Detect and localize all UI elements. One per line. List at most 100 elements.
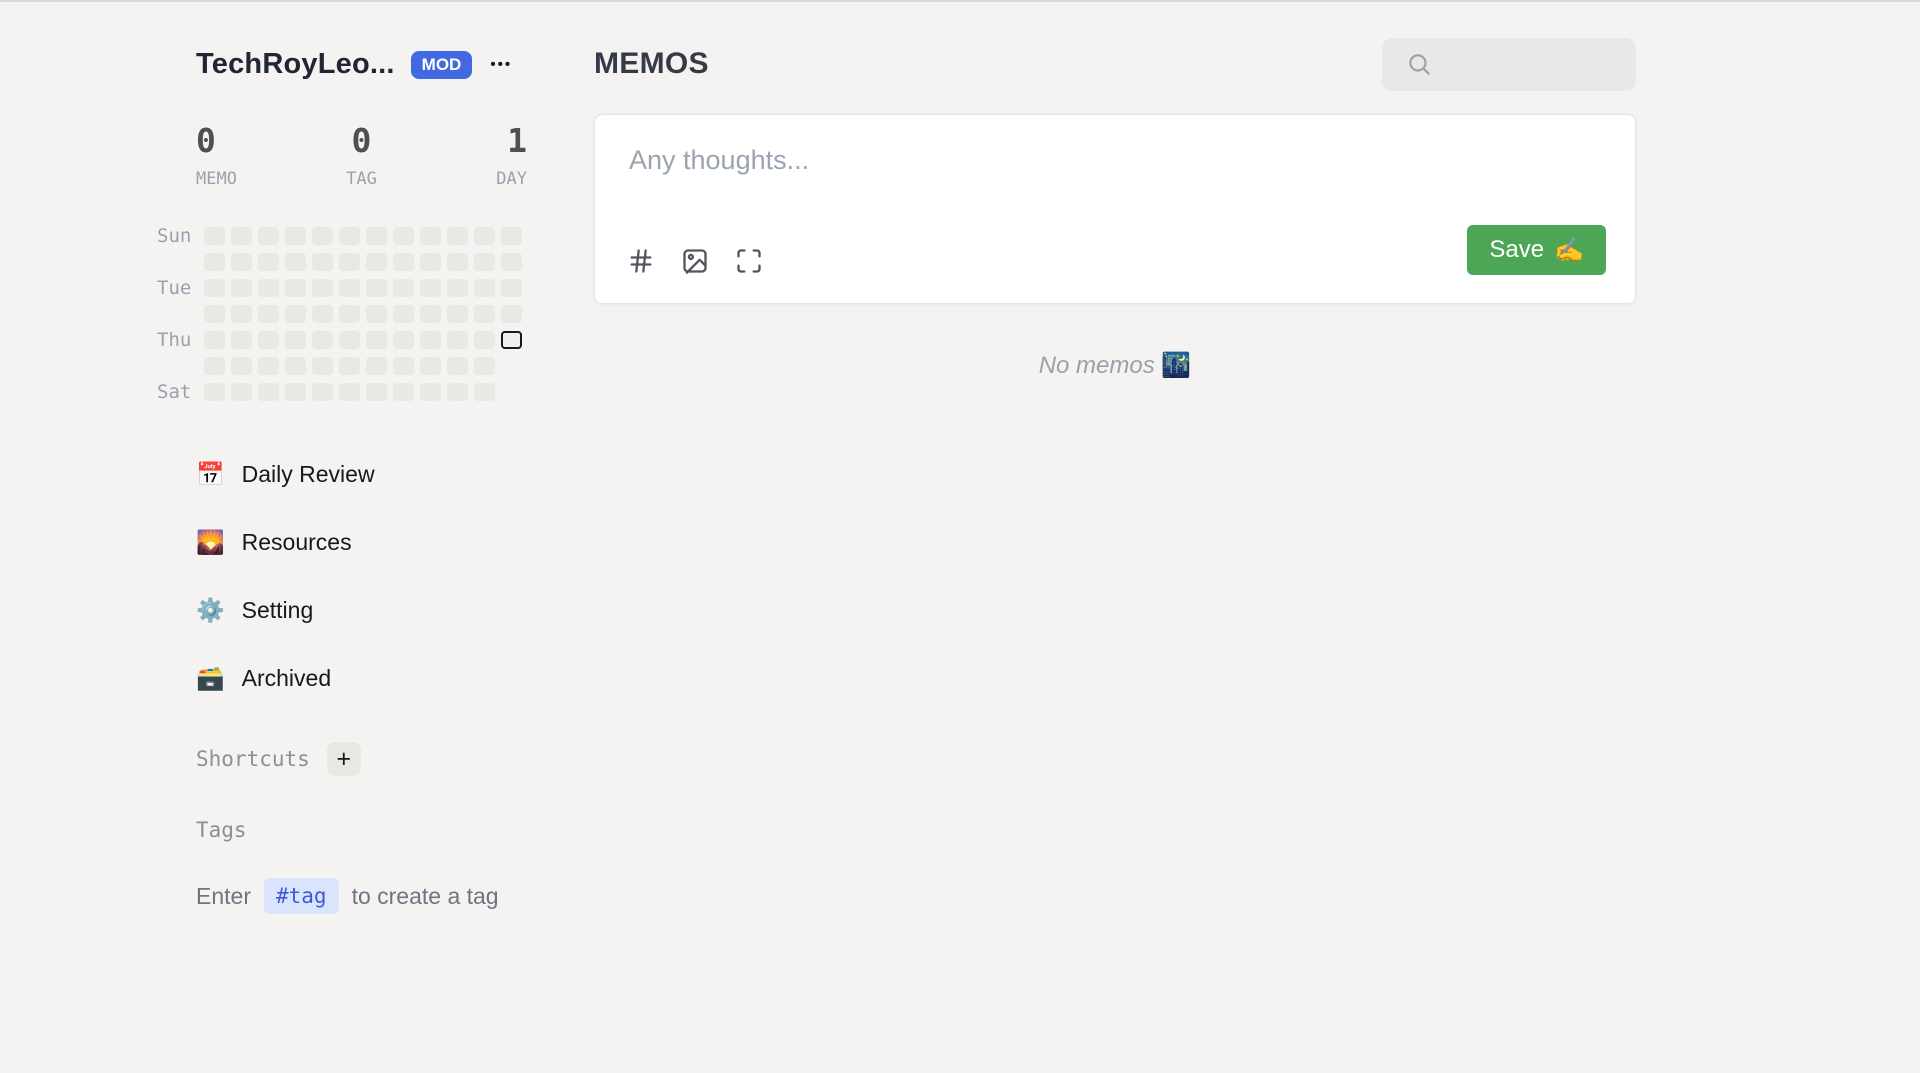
calendar-day-cell[interactable] — [258, 357, 279, 375]
calendar-day-cell[interactable] — [204, 253, 225, 271]
calendar-day-cell[interactable] — [231, 227, 252, 245]
calendar-day-cell[interactable] — [312, 331, 333, 349]
calendar-day-cell[interactable] — [420, 383, 441, 401]
user-banner[interactable]: TechRoyLeo... MOD ••• — [196, 48, 594, 81]
calendar-day-cell[interactable] — [339, 227, 360, 245]
calendar-day-cell[interactable] — [339, 383, 360, 401]
sidebar-item-archived[interactable]: 🗃️Archived — [183, 655, 344, 702]
calendar-day-cell[interactable] — [258, 305, 279, 323]
calendar-day-cell[interactable] — [447, 331, 468, 349]
calendar-day-cell[interactable] — [393, 253, 414, 271]
calendar-day-cell[interactable] — [258, 227, 279, 245]
calendar-day-cell[interactable] — [447, 383, 468, 401]
calendar-day-cell[interactable] — [258, 331, 279, 349]
calendar-day-cell[interactable] — [231, 279, 252, 297]
image-upload-icon[interactable] — [681, 247, 709, 275]
calendar-day-cell[interactable] — [420, 253, 441, 271]
calendar-day-cell[interactable] — [285, 279, 306, 297]
add-shortcut-button[interactable]: + — [327, 742, 361, 776]
calendar-day-cell[interactable] — [339, 279, 360, 297]
calendar-day-cell[interactable] — [474, 357, 495, 375]
calendar-day-cell[interactable] — [474, 253, 495, 271]
calendar-day-cell[interactable] — [204, 305, 225, 323]
sidebar-item-setting[interactable]: ⚙️Setting — [183, 587, 326, 634]
calendar-day-cell[interactable] — [366, 383, 387, 401]
calendar-day-cell[interactable] — [204, 357, 225, 375]
calendar-day-cell[interactable] — [447, 227, 468, 245]
calendar-day-cell[interactable] — [339, 305, 360, 323]
calendar-day-cell[interactable] — [231, 357, 252, 375]
calendar-day-cell[interactable] — [474, 227, 495, 245]
calendar-day-cell[interactable] — [312, 383, 333, 401]
search-input[interactable] — [1442, 51, 1622, 77]
sidebar-item-resources[interactable]: 🌄Resources — [183, 519, 365, 566]
calendar-day-cell[interactable] — [258, 253, 279, 271]
calendar-day-cell[interactable] — [420, 227, 441, 245]
calendar-day-cell[interactable] — [366, 357, 387, 375]
calendar-day-cell[interactable] — [285, 383, 306, 401]
calendar-day-cell[interactable] — [393, 305, 414, 323]
save-button[interactable]: Save ✍️ — [1467, 225, 1606, 275]
calendar-day-cell[interactable] — [393, 227, 414, 245]
calendar-day-cell[interactable] — [312, 227, 333, 245]
calendar-day-cell[interactable] — [258, 383, 279, 401]
calendar-day-cell[interactable] — [447, 279, 468, 297]
calendar-day-cell[interactable] — [393, 331, 414, 349]
calendar-day-cell[interactable] — [474, 305, 495, 323]
calendar-day-cell[interactable] — [285, 357, 306, 375]
tag-chip[interactable]: #tag — [264, 878, 339, 914]
calendar-day-cell[interactable] — [339, 331, 360, 349]
calendar-day-cell[interactable] — [393, 383, 414, 401]
activity-calendar: SunTueThuSat — [157, 227, 594, 401]
fullscreen-icon[interactable] — [735, 247, 763, 275]
calendar-day-cell[interactable] — [447, 357, 468, 375]
calendar-day-cell[interactable] — [420, 279, 441, 297]
calendar-day-cell[interactable] — [204, 383, 225, 401]
calendar-day-cell[interactable] — [231, 253, 252, 271]
calendar-day-cell[interactable] — [366, 227, 387, 245]
stat-memo: 0 MEMO — [196, 121, 306, 189]
calendar-day-cell[interactable] — [231, 331, 252, 349]
calendar-day-cell[interactable] — [393, 279, 414, 297]
calendar-day-cell[interactable] — [474, 279, 495, 297]
calendar-day-cell[interactable] — [501, 279, 522, 297]
calendar-day-cell[interactable] — [447, 253, 468, 271]
calendar-day-cell[interactable] — [420, 331, 441, 349]
calendar-day-cell[interactable] — [204, 279, 225, 297]
calendar-day-cell[interactable] — [339, 357, 360, 375]
calendar-day-cell[interactable] — [285, 253, 306, 271]
memo-editor-input[interactable] — [629, 145, 1601, 215]
calendar-day-cell[interactable] — [366, 253, 387, 271]
calendar-day-cell[interactable] — [420, 357, 441, 375]
calendar-day-cell[interactable] — [366, 331, 387, 349]
search-box[interactable] — [1382, 38, 1636, 91]
calendar-day-cell[interactable] — [312, 253, 333, 271]
calendar-day-cell[interactable] — [231, 383, 252, 401]
calendar-day-cell[interactable] — [474, 331, 495, 349]
calendar-day-cell[interactable] — [285, 227, 306, 245]
calendar-day-cell[interactable] — [420, 305, 441, 323]
calendar-day-cell[interactable] — [285, 305, 306, 323]
calendar-row: Thu — [157, 331, 594, 349]
calendar-day-cell[interactable] — [474, 383, 495, 401]
calendar-day-cell[interactable] — [366, 305, 387, 323]
sidebar-item-daily-review[interactable]: 📅Daily Review — [183, 451, 388, 498]
calendar-day-cell[interactable] — [204, 227, 225, 245]
calendar-day-cell[interactable] — [393, 357, 414, 375]
calendar-day-cell[interactable] — [231, 305, 252, 323]
calendar-day-cell[interactable] — [501, 227, 522, 245]
calendar-day-cell[interactable] — [366, 279, 387, 297]
calendar-day-cell[interactable] — [501, 305, 522, 323]
calendar-day-cell[interactable] — [312, 279, 333, 297]
calendar-day-cell[interactable] — [339, 253, 360, 271]
more-menu-icon[interactable]: ••• — [488, 52, 514, 77]
calendar-day-cell[interactable] — [285, 331, 306, 349]
calendar-day-cell[interactable] — [312, 357, 333, 375]
calendar-day-cell[interactable] — [204, 331, 225, 349]
calendar-today-cell[interactable] — [501, 331, 522, 349]
calendar-day-cell[interactable] — [501, 253, 522, 271]
hash-tag-icon[interactable] — [627, 247, 655, 275]
calendar-day-cell[interactable] — [447, 305, 468, 323]
calendar-day-cell[interactable] — [312, 305, 333, 323]
calendar-day-cell[interactable] — [258, 279, 279, 297]
